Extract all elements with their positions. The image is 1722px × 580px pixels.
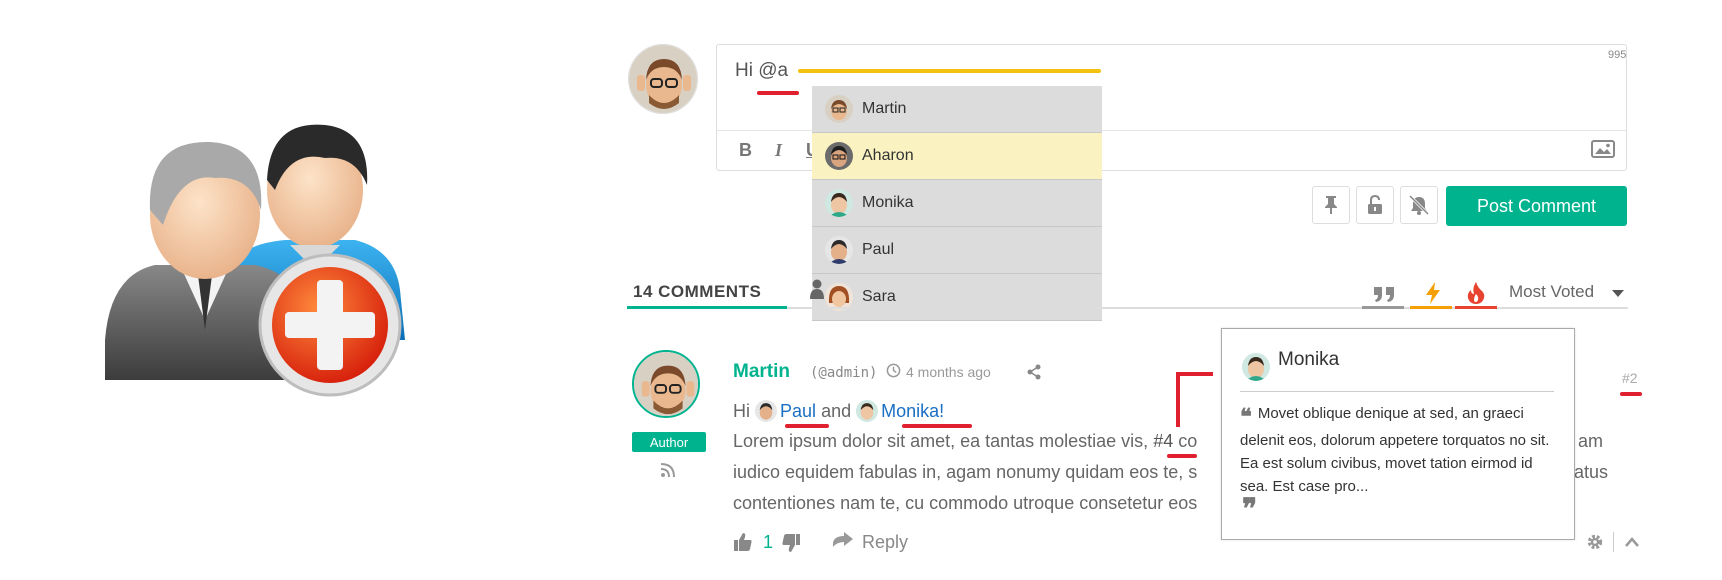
comment-author-handle: (@admin): [810, 365, 878, 381]
pin-icon: [1325, 196, 1337, 214]
mention-item-name: Aharon: [862, 147, 914, 164]
exclamation-text: !: [939, 401, 945, 421]
reply-icon[interactable]: [832, 532, 854, 552]
comments-tab-underline: [627, 306, 787, 309]
avatar-icon: [825, 142, 853, 170]
gear-icon[interactable]: [1586, 533, 1604, 551]
bolt-icon[interactable]: [1420, 280, 1446, 306]
mention-item-name: Monika: [862, 194, 914, 211]
mention-item-martin[interactable]: Martin: [812, 86, 1102, 133]
char-counter: 995: [1608, 49, 1627, 61]
comment-time[interactable]: 4 months ago: [906, 364, 991, 380]
vote-count: 1: [763, 532, 774, 552]
user-icon[interactable]: [810, 279, 824, 299]
footer-divider: [1613, 532, 1614, 552]
annotation-mark: [902, 424, 972, 428]
body-text-overflow: atus: [1574, 462, 1609, 482]
popup-avatar: [1242, 353, 1270, 381]
quote-icon[interactable]: [1371, 280, 1397, 306]
reply-button[interactable]: Reply: [862, 532, 908, 553]
quote-open-icon: ❝: [1240, 404, 1252, 430]
mention-item-sara[interactable]: Sara: [812, 274, 1102, 321]
greeting-text: Hi: [733, 401, 750, 421]
mention-item-name: Paul: [862, 241, 895, 258]
sort-underline: [1455, 306, 1497, 309]
notifications-toggle-button[interactable]: [1400, 186, 1438, 224]
comments-count-tab[interactable]: 14 COMMENTS: [633, 282, 761, 302]
italic-button[interactable]: I: [775, 140, 782, 161]
body-text-overflow: am: [1578, 431, 1604, 451]
comment-mention-line: Hi Paul and Monika!: [733, 400, 944, 422]
add-users-illustration: [105, 124, 405, 397]
comment-body-line-3: contentiones nam te, cu commodo utroque …: [733, 493, 1198, 513]
current-user-avatar: [628, 44, 698, 114]
annotation-mark: [785, 424, 829, 428]
avatar-monika-icon: [1242, 353, 1270, 381]
annotation-mark: [1620, 392, 1642, 396]
sort-underline: [1410, 306, 1452, 309]
sort-dropdown[interactable]: Most Voted: [1509, 282, 1594, 302]
clock-icon: [886, 363, 901, 378]
mention-item-name: Martin: [862, 100, 907, 117]
fire-icon[interactable]: [1463, 280, 1489, 306]
popup-divider: [1240, 391, 1554, 392]
body-text: Lorem ipsum dolor sit amet, ea tantas mo…: [733, 431, 1149, 451]
bold-button[interactable]: B: [739, 140, 752, 161]
mention-highlight-line: [798, 69, 1101, 73]
mention-item-aharon[interactable]: Aharon: [812, 133, 1102, 180]
unlock-icon: [1368, 195, 1382, 214]
popup-author-name: Monika: [1278, 349, 1340, 370]
avatar-icon: [825, 189, 853, 217]
avatar-icon: [825, 95, 853, 123]
chevron-down-icon[interactable]: [1612, 290, 1624, 297]
popup-text-block: ❝ Movet oblique denique at sed, an graeci…: [1240, 402, 1560, 498]
comment-body-line-1: Lorem ipsum dolor sit amet, ea tantas mo…: [733, 431, 1197, 452]
and-text: and: [821, 401, 852, 421]
mention-monika-link[interactable]: Monika: [881, 401, 939, 421]
editor-text[interactable]: Hi @a: [735, 60, 788, 82]
mention-dropdown: Martin Aharon Monika Paul Sara: [812, 86, 1102, 321]
author-badge: Author: [632, 432, 706, 452]
sticky-toggle-button[interactable]: [1312, 186, 1350, 224]
quote-close-icon: ❞: [1242, 492, 1258, 525]
comment-reference-link[interactable]: #4: [1153, 431, 1173, 451]
share-icon[interactable]: [1026, 364, 1042, 380]
body-text: co: [1178, 431, 1198, 451]
avatar-martin-icon: [634, 352, 698, 416]
annotation-bracket: [1176, 372, 1213, 427]
avatar-martin-icon: [629, 45, 697, 113]
mention-paul-link[interactable]: Paul: [780, 401, 816, 421]
popup-excerpt: Movet oblique denique at sed, an graeci …: [1240, 405, 1550, 495]
post-comment-button[interactable]: Post Comment: [1446, 186, 1627, 226]
close-thread-button[interactable]: [1356, 186, 1394, 224]
annotation-mark: [1167, 454, 1197, 458]
comment-author-avatar[interactable]: [632, 350, 700, 418]
bell-off-icon: [1408, 194, 1430, 216]
comment-author-name[interactable]: Martin: [733, 361, 790, 383]
sort-underline: [1362, 306, 1404, 309]
mention-item-paul[interactable]: Paul: [812, 227, 1102, 274]
comment-body-line-2: iudico equidem fabulas in, agam nonumy q…: [733, 462, 1198, 482]
avatar-icon: [825, 236, 853, 264]
thumbs-up-icon[interactable]: [733, 532, 753, 552]
comment-number[interactable]: #2: [1622, 370, 1638, 386]
chevron-up-icon[interactable]: [1624, 536, 1640, 548]
image-icon[interactable]: [1591, 140, 1615, 158]
avatar-monika-icon: [856, 400, 879, 422]
mention-underline-mark: [757, 91, 799, 95]
mention-item-name: Sara: [862, 288, 896, 305]
avatar-paul-icon: [755, 400, 778, 422]
mention-item-monika[interactable]: Monika: [812, 180, 1102, 227]
thumbs-down-icon[interactable]: [781, 533, 801, 553]
rss-icon[interactable]: [660, 462, 676, 478]
